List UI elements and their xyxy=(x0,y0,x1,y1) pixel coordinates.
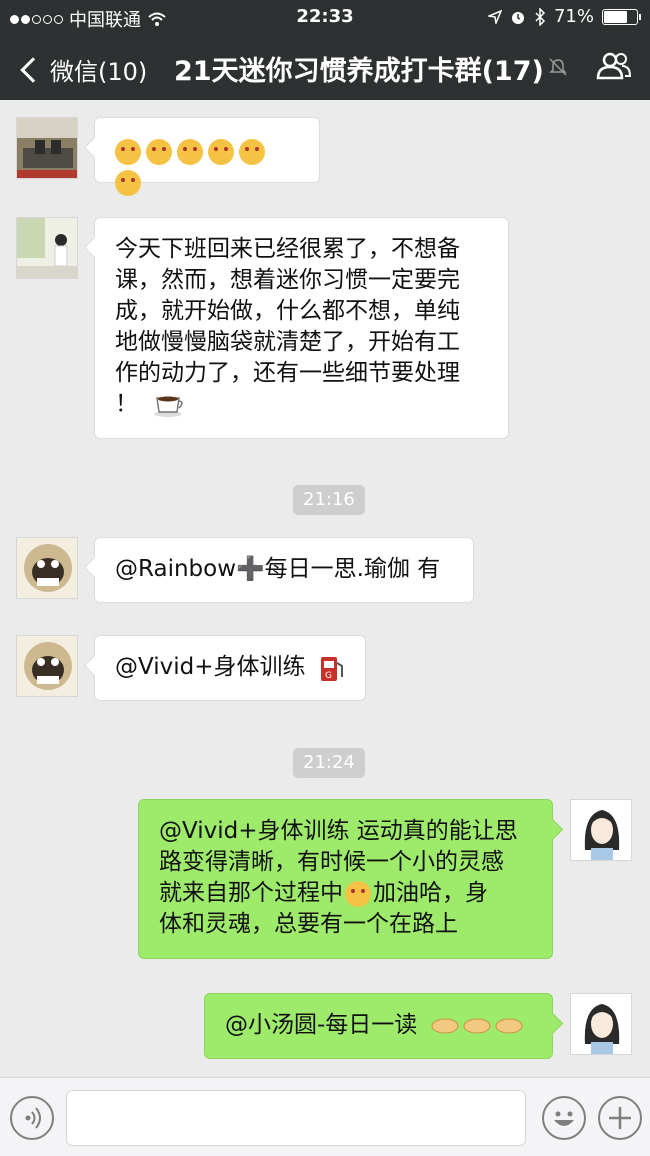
message-bubble[interactable]: @小汤圆-每日一读 xyxy=(204,993,553,1059)
battery-percent: 71% xyxy=(553,6,594,27)
nav-bar: 微信(10) 21天迷你习惯养成打卡群(17) xyxy=(0,34,650,100)
status-bar: 中国联通 22:33 71% xyxy=(0,0,650,34)
bluetooth-icon xyxy=(535,7,546,26)
heart-eyes-emoji xyxy=(208,138,234,165)
chat-title: 21天迷你习惯养成打卡群(17) xyxy=(174,56,544,87)
my-avatar[interactable] xyxy=(570,799,632,861)
message-bubble[interactable] xyxy=(94,117,320,196)
svg-text:G: G xyxy=(325,671,332,681)
blush-emoji xyxy=(177,138,203,165)
timestamp: 21:16 xyxy=(293,485,365,515)
plus-icon xyxy=(609,1107,631,1129)
chevron-left-icon xyxy=(20,56,46,83)
plus-emoji: ➕ xyxy=(236,556,265,582)
back-button[interactable]: 微信(10) xyxy=(18,52,147,87)
message-bubble[interactable]: @Rainbow➕每日一思.瑜伽 有 xyxy=(94,537,474,603)
emoji-button[interactable] xyxy=(542,1096,586,1140)
coffee-icon xyxy=(154,396,184,417)
alarm-icon xyxy=(511,11,524,24)
voice-icon xyxy=(25,1107,41,1129)
message-bubble[interactable]: @Vivid+身体训练 运动真的能让思 路变得清晰，有时候一个小的灵感 就来自那… xyxy=(138,799,553,959)
location-icon xyxy=(487,9,502,24)
battery-icon xyxy=(602,8,641,25)
avatar[interactable] xyxy=(16,635,78,697)
message-bubble[interactable]: 今天下班回来已经很累了，不想备 课，然而，想着迷你习惯一定要完 成，就开始做，什… xyxy=(94,217,509,439)
group-members-icon[interactable] xyxy=(596,52,632,80)
chat-area[interactable]: 今天下班回来已经很累了，不想备 课，然而，想着迷你习惯一定要完 成，就开始做，什… xyxy=(0,100,650,1077)
back-label: 微信(10) xyxy=(50,58,148,86)
mute-icon xyxy=(549,58,567,76)
timestamp: 21:24 xyxy=(293,748,365,778)
hug-emoji xyxy=(146,138,172,165)
avatar[interactable] xyxy=(16,537,78,599)
avatar[interactable] xyxy=(16,117,78,179)
heart-eyes-emoji xyxy=(239,138,265,165)
my-avatar[interactable] xyxy=(570,993,632,1055)
hug-emoji xyxy=(115,138,141,165)
message-bubble[interactable]: @Vivid+身体训练 G xyxy=(94,635,366,701)
message-input[interactable] xyxy=(66,1090,526,1146)
voice-button[interactable] xyxy=(10,1096,54,1140)
more-button[interactable] xyxy=(598,1096,642,1140)
avatar[interactable] xyxy=(16,217,78,279)
smiley-icon xyxy=(554,1111,574,1126)
hug-emoji xyxy=(345,880,371,907)
handshake-icon xyxy=(431,1018,523,1033)
input-bar xyxy=(0,1077,650,1156)
fuel-pump-icon: G xyxy=(320,656,343,681)
heart-eyes-emoji xyxy=(115,169,141,196)
